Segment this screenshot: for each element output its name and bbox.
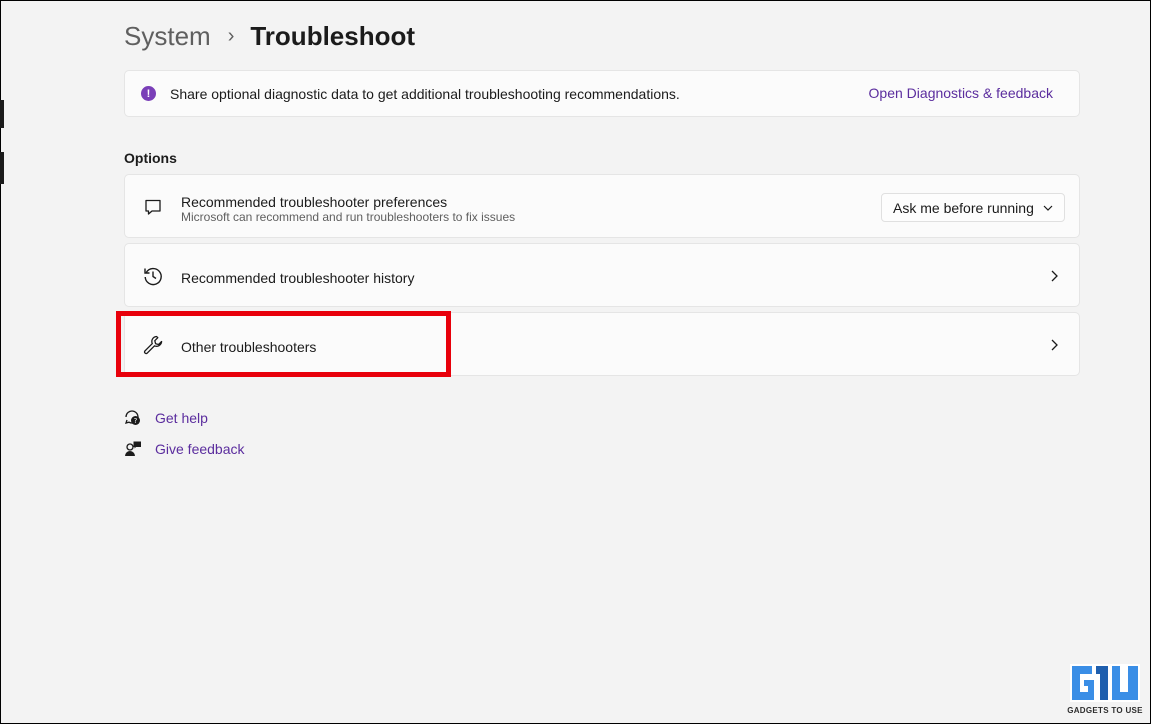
get-help-link[interactable]: ? Get help — [124, 409, 208, 427]
get-help-icon: ? — [124, 409, 142, 427]
watermark-text: GADGETS TO USE — [1067, 706, 1143, 715]
row-subtitle: Microsoft can recommend and run troubles… — [181, 210, 516, 224]
info-banner-text: Share optional diagnostic data to get ad… — [170, 85, 680, 102]
history-icon — [142, 265, 164, 287]
chevron-right-icon — [1047, 338, 1061, 352]
left-edge-marker — [0, 152, 4, 184]
info-icon: ! — [141, 86, 156, 101]
diagnostic-info-banner: ! Share optional diagnostic data to get … — [124, 70, 1080, 117]
left-edge-marker — [0, 100, 4, 128]
troubleshooter-preferences-row: Recommended troubleshooter preferences M… — [124, 174, 1080, 238]
gadgets-to-use-watermark: GADGETS TO USE — [1065, 662, 1145, 720]
troubleshooter-preference-dropdown[interactable]: Ask me before running — [881, 193, 1065, 222]
troubleshooter-history-row[interactable]: Recommended troubleshooter history — [124, 243, 1080, 307]
gadgets-to-use-logo-icon — [1070, 664, 1140, 702]
svg-text:?: ? — [134, 417, 138, 425]
breadcrumb: System › Troubleshoot — [124, 18, 415, 54]
breadcrumb-system[interactable]: System — [124, 21, 211, 52]
give-feedback-label: Give feedback — [155, 441, 245, 457]
get-help-label: Get help — [155, 410, 208, 426]
feedback-icon — [124, 440, 142, 458]
row-title: Recommended troubleshooter history — [181, 270, 415, 286]
open-diagnostics-link[interactable]: Open Diagnostics & feedback — [869, 85, 1053, 101]
options-heading: Options — [124, 150, 177, 166]
give-feedback-link[interactable]: Give feedback — [124, 440, 245, 458]
chevron-right-icon — [1047, 269, 1061, 283]
chat-bubble-icon — [142, 196, 164, 218]
dropdown-value: Ask me before running — [893, 199, 1034, 216]
row-title: Recommended troubleshooter preferences — [181, 194, 448, 210]
page-title: Troubleshoot — [250, 20, 416, 51]
highlight-annotation-box — [116, 311, 451, 377]
breadcrumb-separator-icon: › — [227, 25, 235, 47]
chevron-down-icon — [1043, 205, 1053, 211]
